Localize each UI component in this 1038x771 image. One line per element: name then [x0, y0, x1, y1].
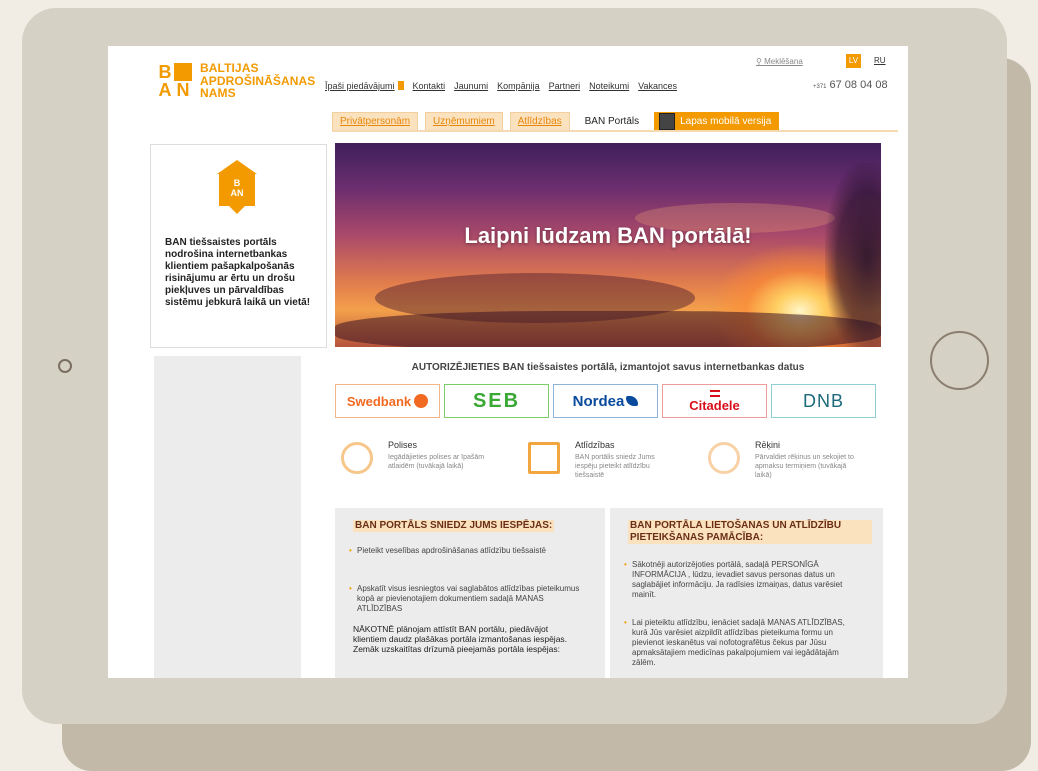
nordea-logo-icon: [626, 396, 639, 406]
feature-desc: BAN portālis sniedz Jums iespēju pieteik…: [575, 454, 655, 479]
logo-letter-b: B: [158, 62, 172, 82]
nav-rules[interactable]: Noteikumi: [589, 81, 629, 91]
phone-prefix: +371: [813, 84, 827, 90]
mobile-phone-icon: [659, 113, 676, 130]
phone-number: +371 67 08 04 08: [813, 79, 888, 91]
tablet-camera: [58, 359, 72, 373]
bank-seb-button[interactable]: SEB: [444, 384, 549, 418]
feature-desc: Pārvaldiet rēķinus un sekojiet to apmaks…: [755, 454, 854, 479]
nav-news[interactable]: Jaunumi: [454, 81, 488, 91]
bank-nordea-button[interactable]: Nordea: [553, 384, 658, 418]
search-icon: ⚲: [756, 57, 762, 66]
gear-icon: [341, 442, 373, 474]
top-navigation: Īpaši piedāvājumi Kontakti Jaunumi Kompā…: [325, 81, 677, 91]
panel-heading: BAN PORTĀLS SNIEDZ JUMS IESPĒJAS:: [353, 520, 555, 532]
bank-citadele-button[interactable]: Citadele: [662, 384, 767, 418]
tab-ban-portal[interactable]: BAN Portāls: [576, 112, 648, 131]
logo-line-3: NAMS: [200, 86, 236, 100]
ban-house-icon: B AN: [217, 160, 257, 218]
tree-silhouette: [825, 163, 881, 347]
logo-text: BALTIJAS APDROŠINĀŠANAS NAMS: [200, 62, 340, 100]
list-item: Apskatīt visus iesniegtos vai saglabātos…: [349, 584, 582, 614]
list-item: Pieteikt veselības apdrošināšanas atlīdz…: [349, 546, 582, 556]
logo-line-1: BALTIJAS: [200, 61, 259, 75]
document-pen-icon: [528, 442, 560, 474]
bank-swedbank-button[interactable]: Swedbank: [335, 384, 440, 418]
tablet-screen: B A N BALTIJAS APDROŠINĀŠANAS NAMS ⚲ Mek…: [108, 46, 908, 678]
hero-banner: Laipni lūdzam BAN portālā!: [335, 143, 881, 347]
tab-claims[interactable]: Atlīdzības: [509, 112, 570, 131]
feature-title: Atlīdzības: [575, 440, 615, 450]
nav-special-offers[interactable]: Īpaši piedāvājumi: [325, 81, 404, 91]
nav-vacancies[interactable]: Vakances: [638, 81, 677, 91]
tab-private[interactable]: Privātpersonām: [332, 112, 419, 131]
tab-mobile-version[interactable]: Lapas mobilā versija: [654, 112, 780, 131]
nav-partners[interactable]: Partneri: [549, 81, 581, 91]
swedbank-logo-icon: [414, 394, 429, 408]
hero-title: Laipni lūdzam BAN portālā!: [464, 223, 752, 248]
list-item: Sākotnēji autorizējoties portālā, sadaļā…: [624, 560, 857, 600]
feature-desc: Iegādājieties polises ar īpašām atlaidēm…: [388, 454, 485, 470]
flag-icon: [397, 81, 404, 90]
tablet-home-button[interactable]: [930, 331, 989, 390]
bank-buttons: Swedbank SEB Nordea Citadele DNB: [335, 384, 876, 418]
search-link[interactable]: ⚲ Meklēšana: [756, 57, 803, 66]
logo-letter-n: N: [176, 80, 190, 100]
auth-instruction: AUTORIZĒJIETIES BAN tiešsaistes portālā,…: [411, 362, 805, 373]
logo-mark-icon: B A N: [156, 63, 192, 99]
feature-title: Rēķini: [755, 440, 781, 450]
feature-title: Polises: [388, 440, 418, 450]
promo-text: BAN tiešsaistes portāls nodrošina intern…: [165, 237, 311, 308]
tab-underline: [332, 130, 898, 132]
house-logo-mark: B AN: [230, 178, 244, 198]
nav-company[interactable]: Kompānija: [497, 81, 540, 91]
lang-lv-button[interactable]: LV: [846, 54, 861, 68]
tab-business[interactable]: Uzņēmumiem: [425, 112, 503, 131]
bank-dnb-button[interactable]: DNB: [771, 384, 876, 418]
main-tabs: Privātpersonām Uzņēmumiem Atlīdzības BAN…: [332, 112, 780, 131]
portal-options-panel: BAN PORTĀLS SNIEDZ JUMS IESPĒJAS: Pietei…: [335, 508, 605, 678]
usage-guide-panel: BAN PORTĀLA LIETOŠANAS UN ATLĪDZĪBU PIET…: [610, 508, 883, 678]
lang-ru-button[interactable]: RU: [874, 56, 886, 65]
search-label: Meklēšana: [764, 57, 803, 66]
promo-box: B AN BAN tiešsaistes portāls nodrošina in…: [150, 144, 327, 348]
nav-contacts[interactable]: Kontakti: [413, 81, 446, 91]
list-item: Lai pieteiktu atlīdzību, ienāciet sadaļā…: [624, 618, 857, 668]
clock-icon: [708, 442, 740, 474]
citadele-logo-icon: [709, 390, 720, 397]
panel-heading: BAN PORTĀLA LIETOŠANAS UN ATLĪDZĪBU PIET…: [628, 520, 872, 544]
panel-paragraph: NĀKOTNĒ plānojam attīstīt BAN portālu, p…: [353, 624, 568, 654]
sidebar-panel: [154, 356, 301, 678]
phone-digits: 67 08 04 08: [829, 79, 888, 91]
logo-letter-a: A: [158, 80, 172, 100]
